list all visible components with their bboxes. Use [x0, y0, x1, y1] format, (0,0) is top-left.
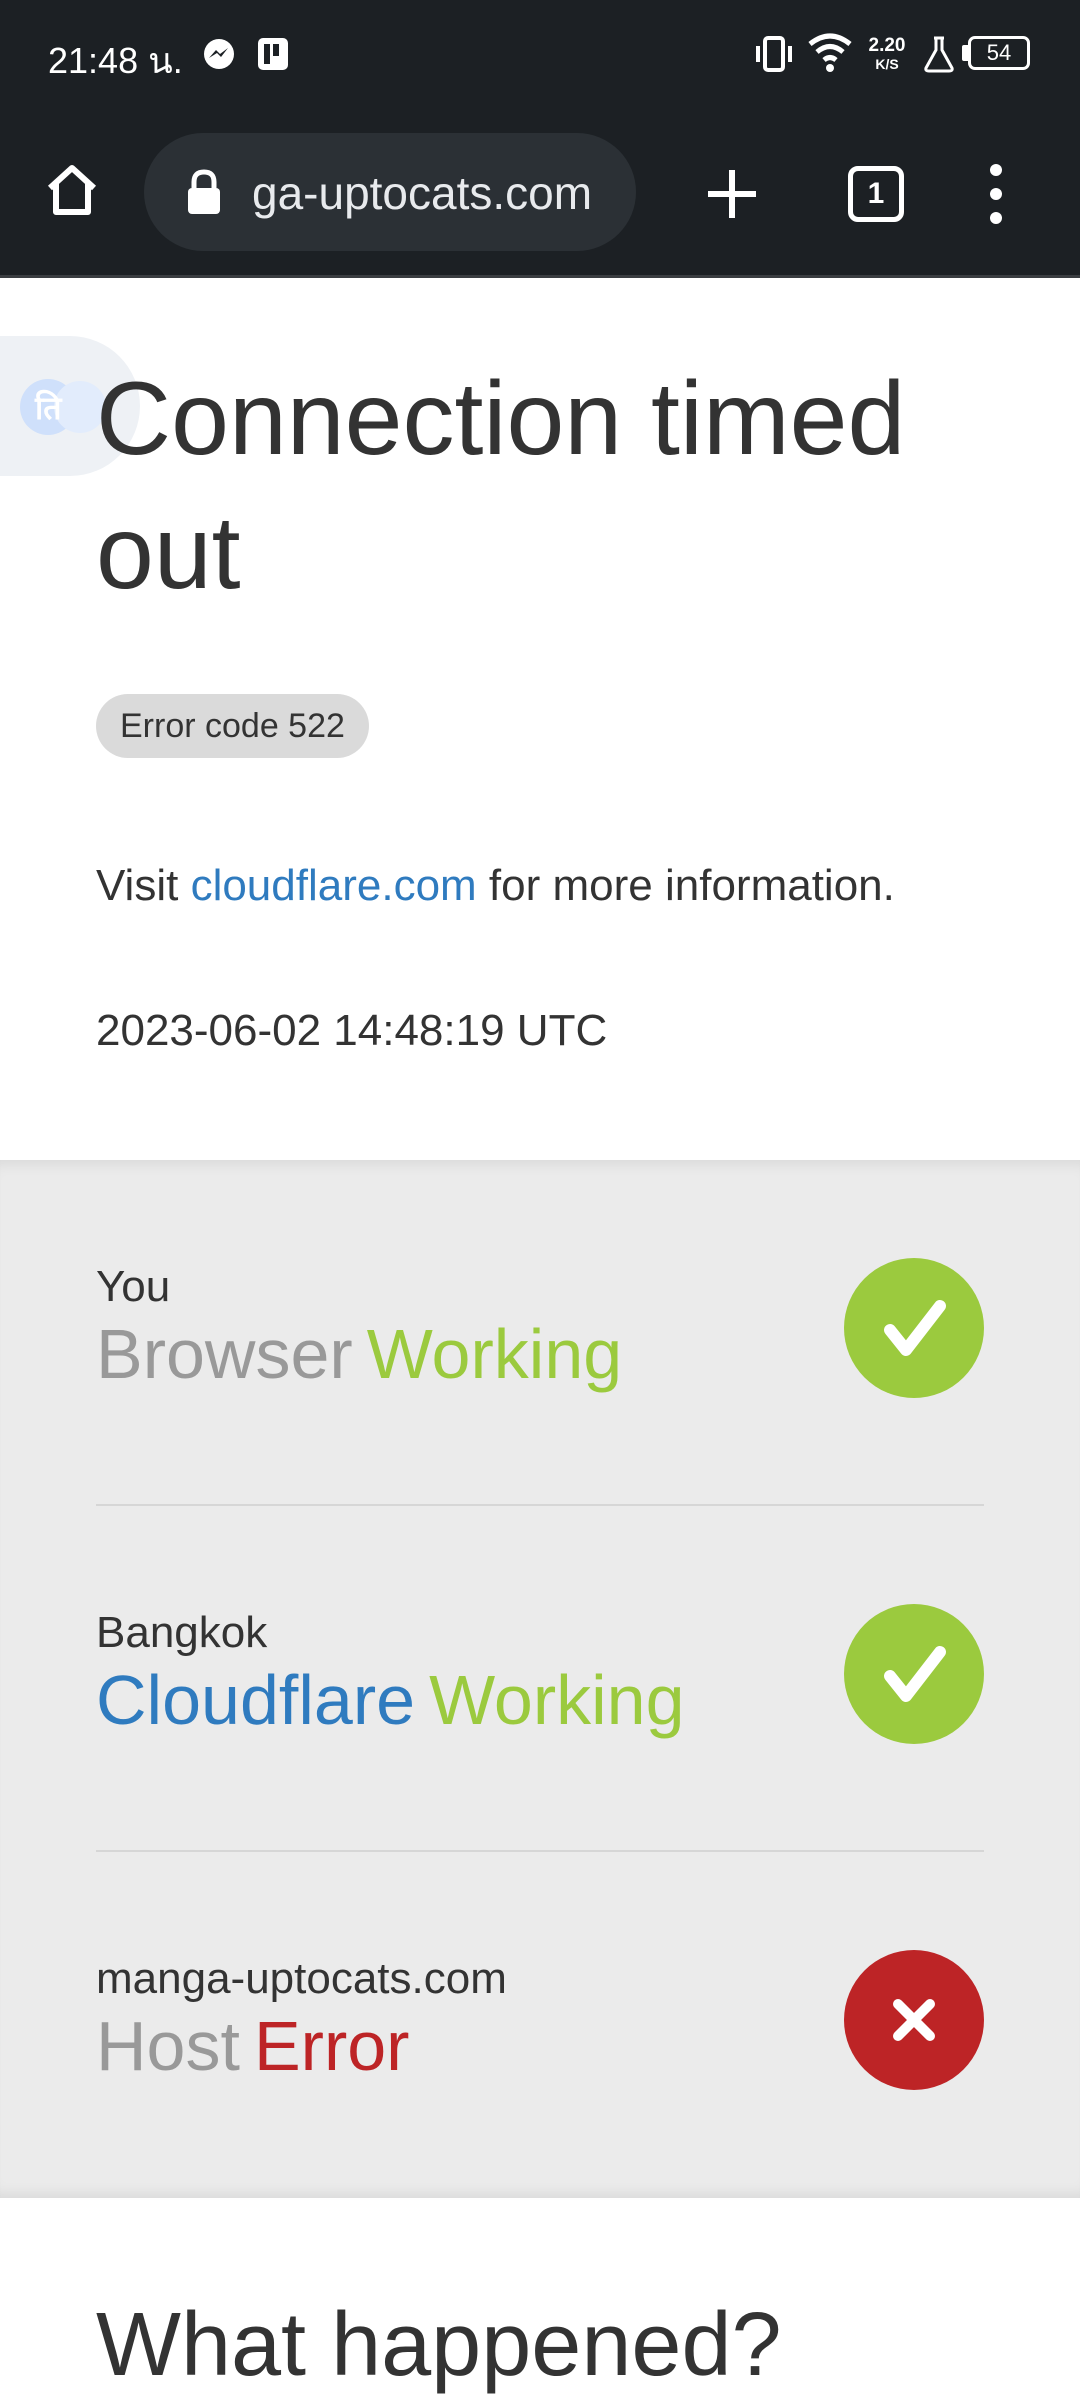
row-status: Working	[366, 1315, 623, 1393]
close-icon	[893, 1999, 935, 2041]
error-code-badge: Error code 522	[96, 694, 369, 758]
row-status: Error	[253, 2007, 410, 2085]
network-speed: 2.20 K/S	[868, 35, 906, 73]
more-menu-icon[interactable]	[980, 158, 1012, 230]
lab-flask-icon	[924, 36, 954, 73]
row-divider	[96, 1850, 984, 1852]
row-name: Cloudflare	[96, 1661, 416, 1739]
app-notification-icon	[258, 38, 288, 70]
cloudflare-link[interactable]: cloudflare.com	[191, 861, 477, 910]
status-bar: 21:48 น. 2.20 K/S 54	[0, 0, 1080, 110]
info-text: Visit cloudflare.com for more informatio…	[96, 858, 976, 914]
battery-icon: 54	[968, 36, 1030, 70]
status-row-browser: You Browser Working	[96, 1258, 984, 1562]
row-name: Browser	[96, 1315, 353, 1393]
info-prefix: Visit	[96, 861, 191, 910]
status-row-cloudflare: Bangkok Cloudflare Working	[96, 1604, 984, 1908]
tab-switcher-button[interactable]: 1	[848, 166, 904, 222]
row-name: Host	[96, 2007, 240, 2085]
row-status: Working	[429, 1661, 685, 1739]
row-location: Bangkok	[96, 1608, 268, 1657]
svg-text:ति: ति	[34, 389, 63, 427]
lock-icon[interactable]	[184, 168, 224, 216]
status-ok-badge	[844, 1604, 984, 1744]
info-suffix: for more information.	[476, 861, 895, 910]
page-title: Connection timed out	[96, 361, 906, 611]
messenger-icon	[204, 39, 234, 69]
new-tab-icon[interactable]	[704, 166, 760, 222]
timestamp: 2023-06-02 14:48:19 UTC	[96, 1006, 608, 1055]
status-time: 21:48 น.	[48, 40, 183, 81]
home-icon[interactable]	[40, 158, 104, 222]
vibrate-icon	[756, 36, 792, 72]
wifi-icon	[808, 33, 852, 72]
battery-tip	[962, 45, 968, 61]
row-location: You	[96, 1262, 171, 1311]
status-error-badge	[844, 1950, 984, 2090]
status-row-host: manga-uptocats.com Host Error	[96, 1950, 984, 2254]
check-icon	[884, 1646, 946, 1702]
row-divider	[96, 1504, 984, 1506]
what-happened-heading: What happened?	[96, 2295, 782, 2395]
battery-level: 54	[986, 40, 1012, 65]
url-text[interactable]: ga-uptocats.com	[252, 166, 592, 220]
check-icon	[884, 1300, 946, 1356]
tab-count: 1	[867, 177, 885, 210]
row-location: manga-uptocats.com	[96, 1954, 507, 2003]
status-ok-badge	[844, 1258, 984, 1398]
toolbar-divider	[0, 275, 1080, 278]
